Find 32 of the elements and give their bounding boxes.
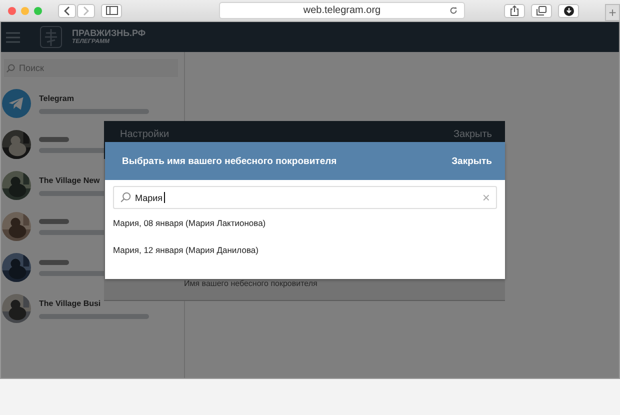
reload-icon[interactable]	[449, 6, 458, 15]
chat-name: The Village Busi	[39, 298, 102, 308]
close-link[interactable]: Закрыть	[452, 156, 492, 166]
blurred-name	[39, 218, 69, 224]
back-button[interactable]	[58, 4, 76, 18]
result-item[interactable]: Мария, 08 января (Мария Лактионова)	[113, 209, 497, 236]
result-item[interactable]: Мария, 12 января (Мария Данилова)	[113, 236, 497, 263]
search-value: Мария	[135, 192, 163, 202]
sidebar-icon	[106, 6, 118, 15]
search-icon	[120, 192, 131, 203]
address-bar[interactable]: web.telegram.org	[219, 2, 465, 19]
url-text: web.telegram.org	[303, 5, 381, 16]
search-icon	[6, 64, 15, 72]
logo-title: ПРАВЖИЗНЬ.РФ	[72, 29, 146, 38]
blurred-name	[39, 260, 69, 264]
share-icon	[510, 5, 519, 16]
modal-title: Выбрать имя вашего небесного покровителя	[122, 156, 337, 166]
back-icon	[63, 6, 71, 16]
chat-name: Telegram	[39, 94, 75, 102]
blurred-name	[39, 136, 69, 142]
download-icon	[564, 6, 574, 16]
field-label: Имя вашего небесного покровителя	[184, 279, 318, 288]
chat-name: The Village New	[39, 176, 101, 184]
cross-logo-icon	[40, 26, 62, 48]
dialog-title: Настройки	[120, 129, 170, 140]
tabs-icon	[536, 6, 547, 16]
sidebar-button[interactable]	[101, 4, 122, 18]
share-button[interactable]	[504, 4, 525, 18]
forward-icon	[82, 6, 90, 16]
tabs-button[interactable]	[531, 4, 552, 18]
downloads-button[interactable]	[558, 4, 579, 18]
search-field[interactable]: Мария ×	[113, 186, 497, 209]
